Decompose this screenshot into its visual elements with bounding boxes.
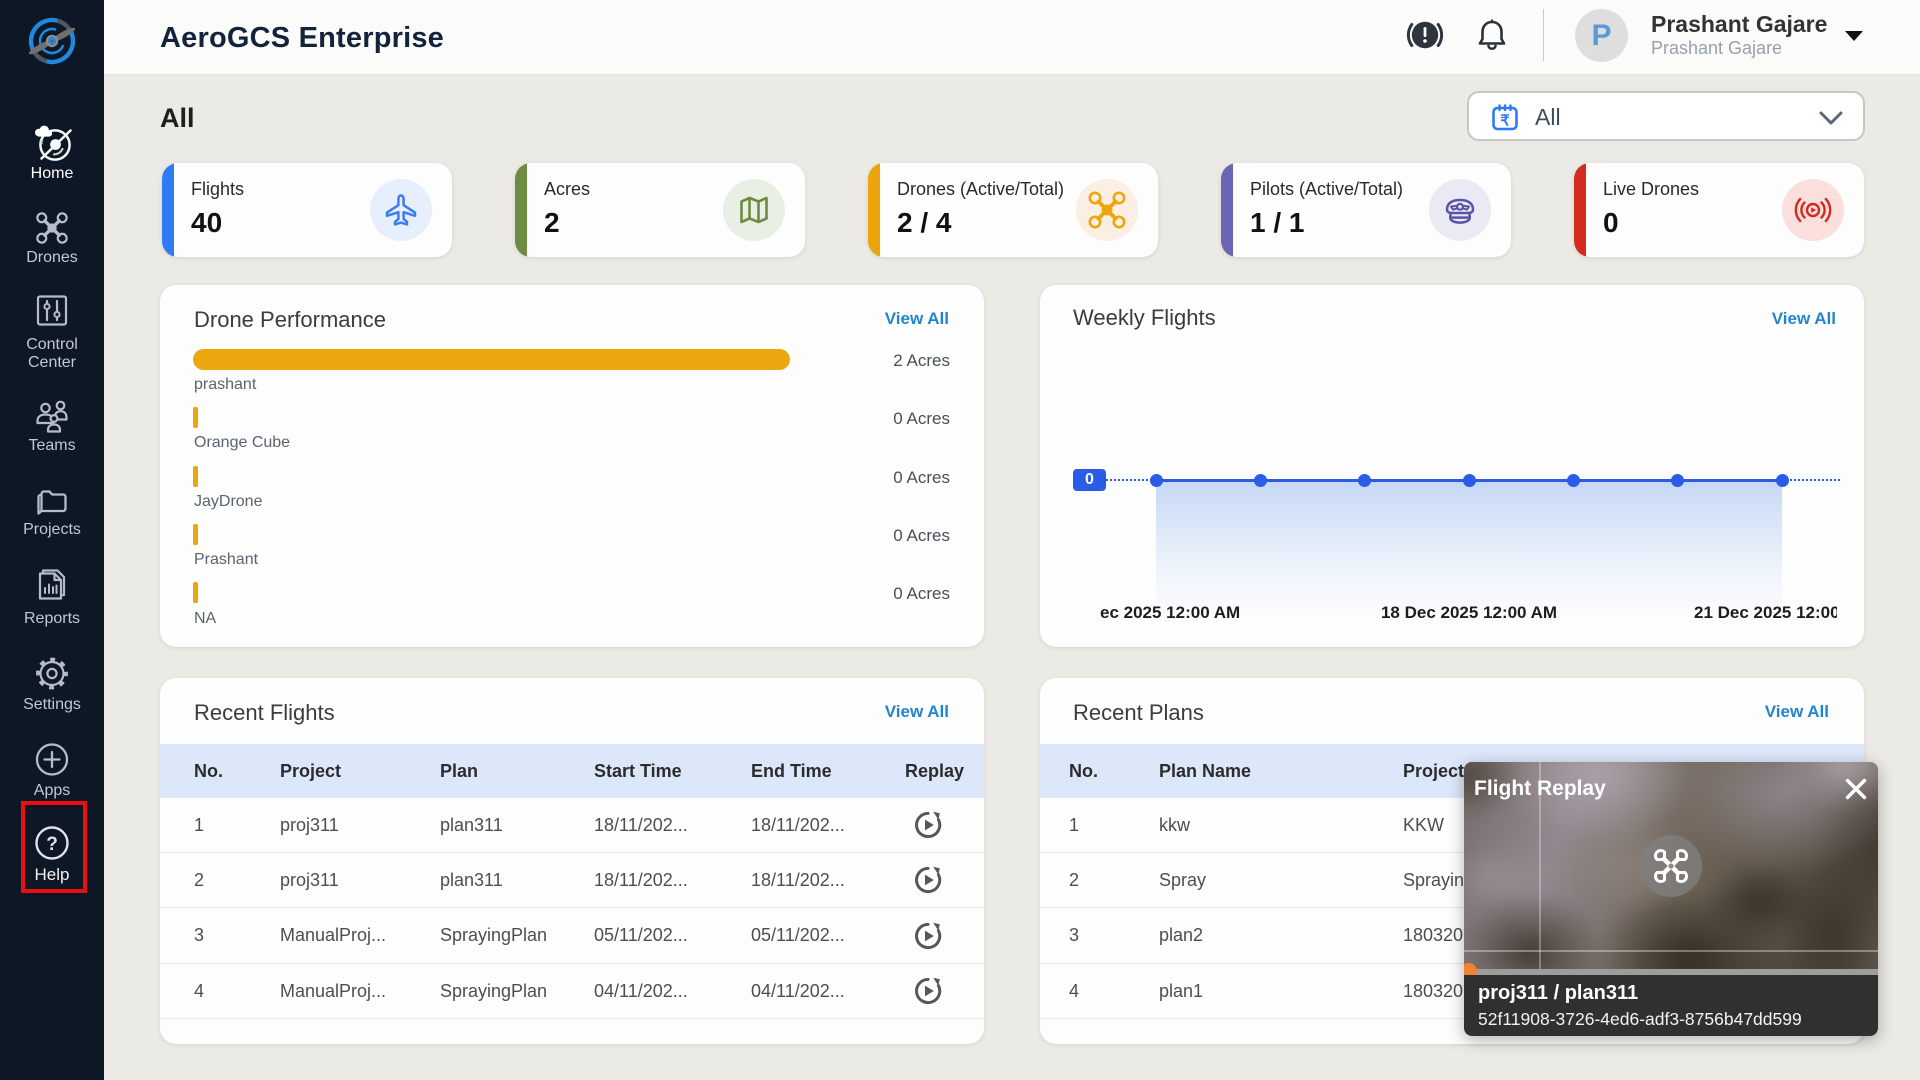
svg-text:₹: ₹	[1500, 113, 1510, 130]
svg-text:?: ?	[46, 834, 58, 855]
